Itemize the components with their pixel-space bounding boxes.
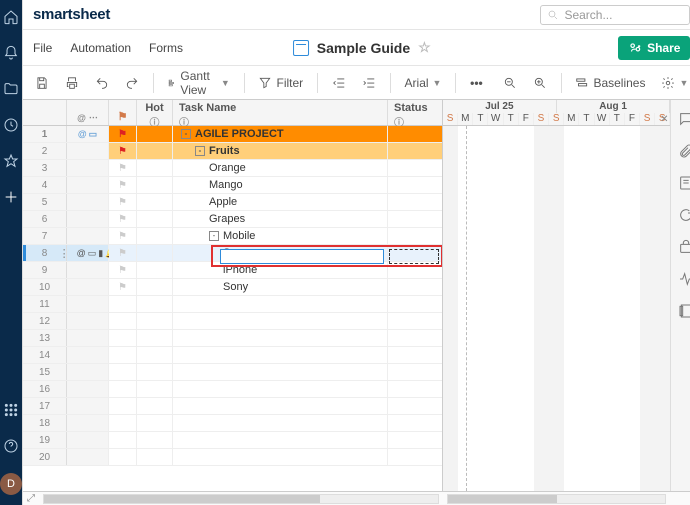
right-rail bbox=[670, 100, 690, 491]
brand-logo[interactable]: smartsheet bbox=[33, 6, 110, 23]
menu-forms[interactable]: Forms bbox=[149, 41, 183, 55]
share-button[interactable]: Share bbox=[618, 36, 690, 60]
toolbar: Gantt View▼ Filter Arial ▼ ••• Baselines… bbox=[23, 66, 690, 100]
search-placeholder: Search... bbox=[564, 8, 612, 22]
column-hot[interactable]: Hotⓘ bbox=[137, 100, 173, 125]
fullscreen-icon[interactable]: ⤢ bbox=[23, 493, 39, 504]
row-11[interactable]: 11 bbox=[23, 296, 442, 313]
menu-automation[interactable]: Automation bbox=[70, 41, 131, 55]
filter-button[interactable]: Filter bbox=[252, 72, 309, 94]
account-avatar[interactable]: D bbox=[0, 473, 22, 495]
row-6[interactable]: 6⚑Grapes bbox=[23, 211, 442, 228]
row-20[interactable]: 20 bbox=[23, 449, 442, 466]
view-switcher[interactable]: Gantt View▼ bbox=[162, 65, 236, 101]
update-requests-icon[interactable] bbox=[677, 206, 690, 224]
row-12[interactable]: 12 bbox=[23, 313, 442, 330]
grid-hscroll[interactable] bbox=[43, 494, 439, 504]
document-title[interactable]: Sample Guide bbox=[317, 40, 410, 56]
row-7[interactable]: 7⚑-Mobile bbox=[23, 228, 442, 245]
row-17[interactable]: 17 bbox=[23, 398, 442, 415]
indent-button[interactable] bbox=[356, 72, 382, 94]
row-14[interactable]: 14 bbox=[23, 347, 442, 364]
global-nav: D bbox=[0, 0, 22, 505]
footer-bar: ⤢ bbox=[23, 491, 690, 505]
row-18[interactable]: 18 bbox=[23, 415, 442, 432]
document-bar: File Automation Forms Sample Guide ☆ Sha… bbox=[23, 30, 690, 66]
undo-button[interactable] bbox=[89, 72, 115, 94]
proofs-icon[interactable] bbox=[677, 174, 690, 192]
row-15[interactable]: 15 bbox=[23, 364, 442, 381]
more-formatting[interactable]: ••• bbox=[464, 72, 489, 94]
row-13[interactable]: 13 bbox=[23, 330, 442, 347]
activity-log-icon[interactable] bbox=[677, 270, 690, 288]
conversations-icon[interactable] bbox=[677, 110, 690, 128]
row-2[interactable]: 2⚑-Fruits bbox=[23, 143, 442, 160]
gantt-hscroll[interactable] bbox=[447, 494, 666, 504]
sheet-icon bbox=[293, 40, 309, 56]
row-16[interactable]: 16 bbox=[23, 381, 442, 398]
favorites-icon[interactable] bbox=[2, 152, 20, 170]
gantt-close-icon[interactable]: ✕ bbox=[660, 114, 668, 125]
row-5[interactable]: 5⚑Apple bbox=[23, 194, 442, 211]
row-3[interactable]: 3⚑Orange bbox=[23, 160, 442, 177]
baselines-button[interactable]: Baselines bbox=[569, 72, 651, 94]
launcher-icon[interactable] bbox=[2, 401, 20, 419]
row-9[interactable]: 9⚑iPhone bbox=[23, 262, 442, 279]
font-picker[interactable]: Arial ▼ bbox=[399, 72, 448, 94]
favorite-star-icon[interactable]: ☆ bbox=[418, 39, 431, 56]
top-bar: smartsheet Search... bbox=[23, 0, 690, 30]
menu-file[interactable]: File bbox=[33, 41, 52, 55]
grid-pane: @⋯ ⚑ Hotⓘ Task Nameⓘ Statusⓘ 1@▭⚑-AGILE … bbox=[23, 100, 443, 491]
row-4[interactable]: 4⚑Mango bbox=[23, 177, 442, 194]
column-task-name[interactable]: Task Nameⓘ bbox=[173, 100, 388, 125]
browse-icon[interactable] bbox=[2, 80, 20, 98]
create-icon[interactable] bbox=[2, 188, 20, 206]
gantt-pane: Jul 25 Aug 1 SMTWTFSSMTWTFSS ✕ bbox=[443, 100, 670, 491]
gantt-body[interactable] bbox=[443, 126, 670, 491]
zoom-out-button[interactable] bbox=[497, 72, 523, 94]
row-1[interactable]: 1@▭⚑-AGILE PROJECT bbox=[23, 126, 442, 143]
publish-icon[interactable] bbox=[677, 238, 690, 256]
notifications-icon[interactable] bbox=[2, 44, 20, 62]
home-icon[interactable] bbox=[2, 8, 20, 26]
save-button[interactable] bbox=[29, 72, 55, 94]
gantt-settings-button[interactable]: ▼ bbox=[655, 72, 690, 94]
summary-icon[interactable] bbox=[677, 302, 690, 320]
zoom-in-button[interactable] bbox=[527, 72, 553, 94]
global-search[interactable]: Search... bbox=[540, 5, 690, 25]
help-icon[interactable] bbox=[2, 437, 20, 455]
attachments-icon[interactable] bbox=[677, 142, 690, 160]
recents-icon[interactable] bbox=[2, 116, 20, 134]
gantt-week-2[interactable]: Aug 1 bbox=[557, 100, 671, 113]
row-19[interactable]: 19 bbox=[23, 432, 442, 449]
redo-button[interactable] bbox=[119, 72, 145, 94]
active-cell[interactable] bbox=[220, 249, 384, 264]
column-status[interactable]: Statusⓘ bbox=[388, 100, 442, 125]
selection-focus bbox=[389, 249, 439, 264]
row-10[interactable]: 10⚑Sony bbox=[23, 279, 442, 296]
outdent-button[interactable] bbox=[326, 72, 352, 94]
gantt-week-1[interactable]: Jul 25 bbox=[443, 100, 557, 113]
print-button[interactable] bbox=[59, 72, 85, 94]
